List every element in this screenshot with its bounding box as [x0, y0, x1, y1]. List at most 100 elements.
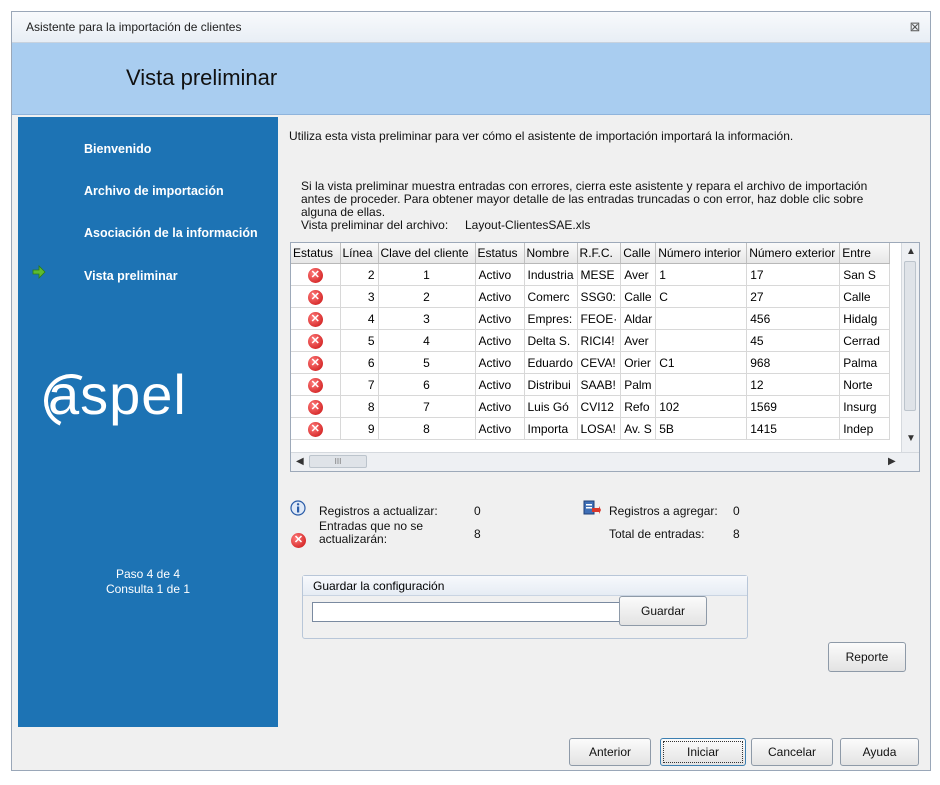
column-header[interactable]: Número exterior — [746, 243, 841, 264]
column-header[interactable]: Nombre — [524, 243, 578, 264]
cell-num-int: 5B — [655, 417, 748, 440]
table-row[interactable]: ✕ 5 4 Activo Delta S. RICI4! Aver 45 Cer… — [291, 329, 891, 352]
cell-entre: Hidalg — [839, 307, 891, 330]
cell-linea: 6 — [340, 351, 379, 374]
status-cell: ✕ — [291, 351, 341, 374]
table-row[interactable]: ✕ 7 6 Activo Distribui SAAB! Palm 12 Nor… — [291, 373, 891, 396]
close-icon[interactable]: ⊠ — [908, 20, 922, 34]
cell-estatus: Activo — [475, 263, 525, 286]
cell-clave: 1 — [378, 263, 476, 286]
cell-rfc: CEVA! — [577, 351, 622, 374]
error-icon: ✕ — [307, 355, 323, 371]
status-cell: ✕ — [291, 263, 341, 286]
title-bar: Asistente para la importación de cliente… — [12, 12, 930, 43]
cell-num-int — [655, 307, 748, 330]
cell-linea: 4 — [340, 307, 379, 330]
cell-num-int: 1 — [655, 263, 748, 286]
scroll-right-icon[interactable]: ▶ — [888, 456, 896, 467]
cell-num-ext: 1569 — [746, 395, 841, 418]
error-icon: ✕ — [307, 421, 323, 437]
cell-calle: Aldar — [620, 307, 657, 330]
cell-nombre: Comerc — [524, 285, 578, 308]
vertical-scrollbar[interactable]: ▲ ▼ — [901, 243, 919, 452]
table-row[interactable]: ✕ 4 3 Activo Empres: FEOE· Aldar 456 Hid… — [291, 307, 891, 330]
table-row[interactable]: ✕ 8 7 Activo Luis Gó CVI12 Refo 102 1569… — [291, 395, 891, 418]
prev-button[interactable]: Anterior — [569, 738, 651, 766]
cell-nombre: Distribui — [524, 373, 578, 396]
table-row[interactable]: ✕ 2 1 Activo Industria MESE Aver 1 17 Sa… — [291, 263, 891, 286]
cell-clave: 8 — [378, 417, 476, 440]
status-cell: ✕ — [291, 329, 341, 352]
column-header[interactable]: Entre — [839, 243, 891, 264]
config-name-input[interactable] — [312, 602, 620, 622]
cell-linea: 8 — [340, 395, 379, 418]
error-icon: ✕ — [307, 333, 323, 349]
cell-calle: Orier — [620, 351, 657, 374]
cell-num-ext: 12 — [746, 373, 841, 396]
scroll-down-icon[interactable]: ▼ — [906, 433, 916, 444]
cell-estatus: Activo — [475, 351, 525, 374]
save-button[interactable]: Guardar — [619, 596, 707, 626]
arrow-right-icon — [32, 265, 46, 282]
column-header[interactable]: Estatus — [291, 243, 341, 264]
cell-num-ext: 27 — [746, 285, 841, 308]
cell-linea: 3 — [340, 285, 379, 308]
cell-rfc: CVI12 — [577, 395, 622, 418]
header-banner: Vista preliminar — [12, 43, 930, 115]
cell-rfc: SSG0: — [577, 285, 622, 308]
cell-rfc: SAAB! — [577, 373, 622, 396]
table-row[interactable]: ✕ 9 8 Activo Importa LOSA! Av. S 5B 1415… — [291, 417, 891, 440]
file-name: Layout-ClientesSAE.xls — [465, 218, 591, 232]
scroll-left-icon[interactable]: ◀ — [296, 456, 304, 467]
cell-estatus: Activo — [475, 307, 525, 330]
cancel-button[interactable]: Cancelar — [751, 738, 833, 766]
cell-entre: San S — [839, 263, 891, 286]
column-header[interactable]: Número interior — [655, 243, 748, 264]
cell-nombre: Delta S. — [524, 329, 578, 352]
cell-num-ext: 17 — [746, 263, 841, 286]
cell-linea: 5 — [340, 329, 379, 352]
scroll-up-icon[interactable]: ▲ — [906, 246, 916, 257]
fail-label-line-2: actualizarán: — [319, 532, 388, 546]
fail-value: 8 — [474, 527, 481, 541]
cell-calle: Refo — [620, 395, 657, 418]
horizontal-scrollbar[interactable]: ◀ III ▶ — [291, 452, 919, 471]
column-header[interactable]: Clave del cliente — [378, 243, 476, 264]
status-cell: ✕ — [291, 285, 341, 308]
cell-clave: 6 — [378, 373, 476, 396]
file-label: Vista preliminar del archivo: — [301, 218, 449, 232]
cell-rfc: MESE — [577, 263, 622, 286]
table-row[interactable]: ✕ 6 5 Activo Eduardo CEVA! Orier C1 968 … — [291, 351, 891, 374]
column-header[interactable]: Estatus — [475, 243, 525, 264]
add-value: 0 — [733, 504, 740, 518]
sidebar-item-bienvenido: Bienvenido — [84, 142, 152, 156]
report-button[interactable]: Reporte — [828, 642, 906, 672]
preview-grid[interactable]: Estatus Línea Clave del cliente Estatus … — [290, 242, 920, 472]
error-icon: ✕ — [307, 377, 323, 393]
aspel-logo: aspel — [48, 363, 187, 426]
save-config-legend: Guardar la configuración — [303, 576, 747, 596]
cell-nombre: Importa — [524, 417, 578, 440]
column-header[interactable]: R.F.C. — [577, 243, 622, 264]
cell-calle: Aver — [620, 329, 657, 352]
horizontal-scroll-thumb[interactable]: III — [309, 455, 367, 468]
column-header[interactable]: Línea — [340, 243, 379, 264]
status-cell: ✕ — [291, 417, 341, 440]
cell-calle: Av. S — [620, 417, 657, 440]
start-button[interactable]: Iniciar — [660, 738, 746, 766]
status-cell: ✕ — [291, 373, 341, 396]
help-button[interactable]: Ayuda — [840, 738, 919, 766]
cell-num-ext: 45 — [746, 329, 841, 352]
error-summary-icon: ✕ — [291, 532, 306, 548]
cell-estatus: Activo — [475, 373, 525, 396]
cell-estatus: Activo — [475, 395, 525, 418]
cell-linea: 2 — [340, 263, 379, 286]
vertical-scroll-thumb[interactable] — [904, 261, 916, 411]
cell-entre: Calle — [839, 285, 891, 308]
cell-num-int: 102 — [655, 395, 748, 418]
error-icon: ✕ — [307, 399, 323, 415]
column-header[interactable]: Calle — [620, 243, 657, 264]
table-row[interactable]: ✕ 3 2 Activo Comerc SSG0: Calle C 27 Cal… — [291, 285, 891, 308]
cell-num-ext: 1415 — [746, 417, 841, 440]
cell-entre: Norte — [839, 373, 891, 396]
